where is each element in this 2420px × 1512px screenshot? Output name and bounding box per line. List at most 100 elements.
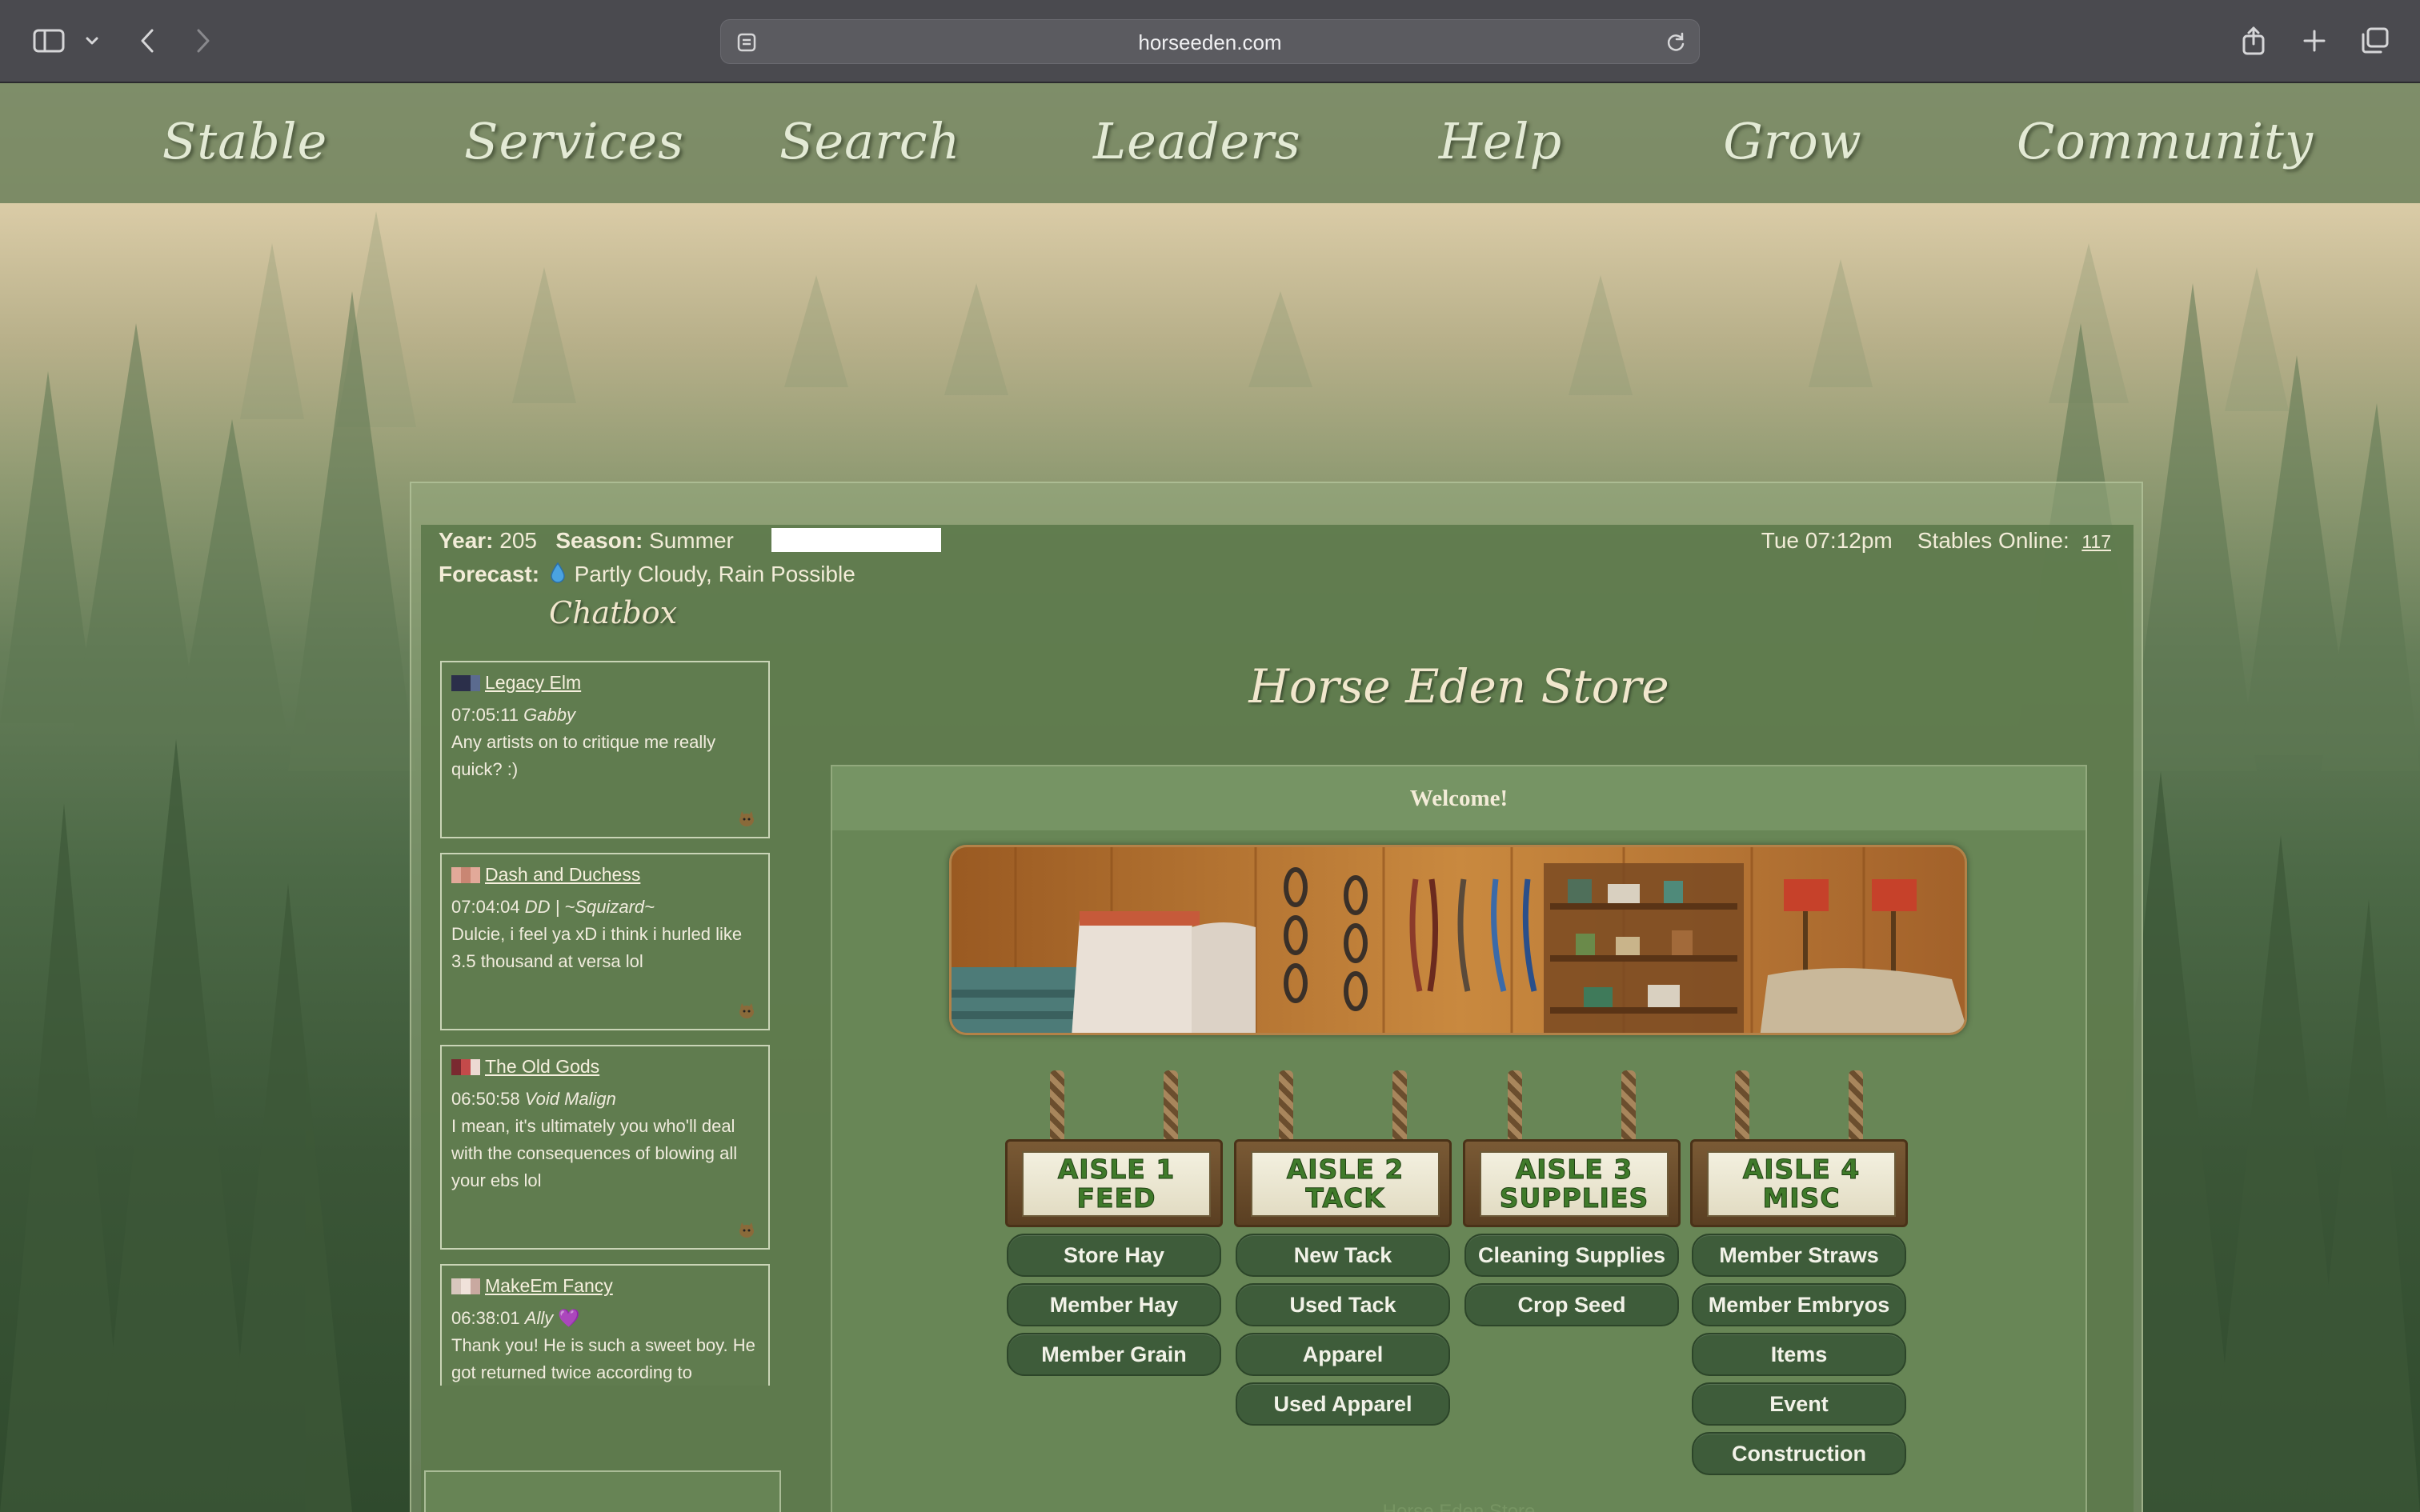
forecast-label: Forecast: bbox=[439, 562, 540, 586]
horse-emote-icon[interactable] bbox=[736, 810, 757, 827]
forecast-value: Partly Cloudy, Rain Possible bbox=[574, 562, 855, 586]
nav-community[interactable]: Community bbox=[2017, 98, 2313, 186]
nav-leaders[interactable]: Leaders bbox=[1093, 98, 1300, 186]
tab-overview-icon[interactable] bbox=[2358, 21, 2393, 61]
aisle-number: AISLE 2 bbox=[1286, 1154, 1404, 1185]
server-status: Tue 07:12pm Stables Online: 117 bbox=[1761, 528, 2111, 554]
chat-input-area[interactable] bbox=[424, 1470, 781, 1512]
aisle-sign: AISLE 3 SUPPLIES bbox=[1463, 1070, 1681, 1227]
datetime: Tue 07:12pm bbox=[1761, 528, 1893, 553]
chevron-down-icon[interactable] bbox=[80, 21, 104, 61]
aisle-feed: AISLE 1 FEED Store Hay Member Hay Member… bbox=[1005, 1070, 1223, 1376]
aisle-category: MISC bbox=[1762, 1182, 1841, 1214]
site-navigation: Stable Services Search Leaders Help Grow… bbox=[0, 83, 2420, 203]
chat-alias: Void Malign bbox=[524, 1089, 616, 1109]
chat-timestamp: 06:38:01 bbox=[451, 1308, 520, 1328]
aisle-sign: AISLE 1 FEED bbox=[1005, 1070, 1223, 1227]
chat-message: MakeEm Fancy 06:38:01 Ally 💜 Thank you! … bbox=[440, 1264, 770, 1386]
chat-text: Any artists on to critique me really qui… bbox=[451, 732, 716, 779]
aisle-tack: AISLE 2 TACK New Tack Used Tack Apparel … bbox=[1234, 1070, 1452, 1426]
used-tack-button[interactable]: Used Tack bbox=[1236, 1283, 1450, 1326]
nav-stable[interactable]: Stable bbox=[157, 98, 333, 186]
horse-emote-icon[interactable] bbox=[736, 1002, 757, 1019]
chat-message: Legacy Elm 07:05:11 Gabby Any artists on… bbox=[440, 661, 770, 838]
chat-username[interactable]: Dash and Duchess bbox=[485, 864, 640, 886]
season-progress-bar bbox=[771, 528, 941, 552]
aisle-category: SUPPLIES bbox=[1499, 1182, 1649, 1214]
horse-emote-icon[interactable] bbox=[736, 1221, 757, 1238]
aisle-category: FEED bbox=[1076, 1182, 1156, 1214]
chat-username[interactable]: Legacy Elm bbox=[485, 672, 581, 694]
season-value: Summer bbox=[649, 528, 734, 553]
web-page: Stable Services Search Leaders Help Grow… bbox=[0, 83, 2420, 1512]
reload-icon[interactable] bbox=[1664, 30, 1688, 57]
content-frame: Year: 205 Season: Summer Forecast: Partl… bbox=[410, 482, 2143, 1512]
aisle-sign: AISLE 4 MISC bbox=[1690, 1070, 1908, 1227]
member-embryos-button[interactable]: Member Embryos bbox=[1692, 1283, 1906, 1326]
chatbox-title: Chatbox bbox=[549, 595, 678, 630]
chat-username[interactable]: The Old Gods bbox=[485, 1056, 599, 1078]
used-apparel-button[interactable]: Used Apparel bbox=[1236, 1382, 1450, 1426]
year-label: Year: bbox=[439, 528, 494, 553]
items-button[interactable]: Items bbox=[1692, 1333, 1906, 1376]
apparel-button[interactable]: Apparel bbox=[1236, 1333, 1450, 1376]
chat-text: Thank you! He is such a sweet boy. He go… bbox=[451, 1335, 755, 1382]
nav-grow[interactable]: Grow bbox=[1721, 98, 1865, 186]
browser-toolbar: horseeden.com bbox=[0, 0, 2420, 83]
store-title: Horse Eden Store bbox=[1248, 659, 1669, 714]
aisle-number: AISLE 3 bbox=[1515, 1154, 1633, 1185]
sidebar-toggle-icon[interactable] bbox=[30, 21, 67, 61]
chat-alias: DD | ~Squizard~ bbox=[524, 897, 655, 917]
aisle-number: AISLE 4 bbox=[1742, 1154, 1861, 1185]
chat-message: Dash and Duchess 07:04:04 DD | ~Squizard… bbox=[440, 853, 770, 1030]
member-straws-button[interactable]: Member Straws bbox=[1692, 1234, 1906, 1277]
chat-alias: Gabby bbox=[523, 705, 575, 725]
forecast-status: Forecast: Partly Cloudy, Rain Possible bbox=[439, 562, 855, 589]
season-label: Season: bbox=[555, 528, 643, 553]
raindrop-icon bbox=[551, 562, 565, 589]
aisle-category: TACK bbox=[1305, 1182, 1385, 1214]
aisle-number: AISLE 1 bbox=[1057, 1154, 1176, 1185]
year-value: 205 bbox=[499, 528, 537, 553]
store-hay-button[interactable]: Store Hay bbox=[1007, 1234, 1221, 1277]
chat-text: Dulcie, i feel ya xD i think i hurled li… bbox=[451, 924, 743, 971]
user-flag-icon bbox=[451, 1058, 480, 1075]
nav-search[interactable]: Search bbox=[779, 98, 960, 186]
construction-button[interactable]: Construction bbox=[1692, 1432, 1906, 1475]
chat-alias: Ally bbox=[524, 1308, 554, 1328]
store-container: Welcome! AISLE 1 FEED Store Hay Member H… bbox=[831, 765, 2087, 1512]
forward-icon[interactable] bbox=[189, 21, 218, 61]
cleaning-supplies-button[interactable]: Cleaning Supplies bbox=[1464, 1234, 1679, 1277]
user-flag-icon bbox=[451, 674, 480, 691]
user-flag-icon bbox=[451, 866, 480, 883]
aisle-misc: AISLE 4 MISC Member Straws Member Embryo… bbox=[1690, 1070, 1908, 1475]
address-bar[interactable]: horseeden.com bbox=[720, 19, 1700, 64]
nav-services[interactable]: Services bbox=[464, 98, 683, 186]
chat-username[interactable]: MakeEm Fancy bbox=[485, 1275, 613, 1297]
new-tab-icon[interactable] bbox=[2298, 21, 2330, 61]
back-icon[interactable] bbox=[133, 21, 162, 61]
url-text: horseeden.com bbox=[1138, 30, 1282, 54]
purple-heart-icon: 💜 bbox=[558, 1308, 580, 1328]
year-status: Year: 205 Season: Summer bbox=[439, 528, 734, 554]
chat-text: I mean, it's ultimately you who'll deal … bbox=[451, 1116, 738, 1190]
event-button[interactable]: Event bbox=[1692, 1382, 1906, 1426]
share-icon[interactable] bbox=[2238, 21, 2270, 61]
welcome-heading: Welcome! bbox=[832, 766, 2085, 830]
stables-online-count[interactable]: 117 bbox=[2081, 531, 2111, 552]
nav-help[interactable]: Help bbox=[1432, 98, 1569, 186]
crop-seed-button[interactable]: Crop Seed bbox=[1464, 1283, 1679, 1326]
chat-timestamp: 07:04:04 bbox=[451, 897, 520, 917]
chat-timestamp: 07:05:11 bbox=[451, 705, 519, 725]
store-footer-text: Horse Eden Store bbox=[1382, 1501, 1536, 1512]
new-tack-button[interactable]: New Tack bbox=[1236, 1234, 1450, 1277]
chat-message: The Old Gods 06:50:58 Void Malign I mean… bbox=[440, 1045, 770, 1250]
chatbox[interactable]: Legacy Elm 07:05:11 Gabby Any artists on… bbox=[440, 661, 770, 1386]
member-hay-button[interactable]: Member Hay bbox=[1007, 1283, 1221, 1326]
store-shelf-banner bbox=[949, 845, 1967, 1035]
content-panel: Year: 205 Season: Summer Forecast: Partl… bbox=[421, 525, 2134, 1512]
aisle-sign: AISLE 2 TACK bbox=[1234, 1070, 1452, 1227]
chat-timestamp: 06:50:58 bbox=[451, 1089, 520, 1109]
user-flag-icon bbox=[451, 1278, 480, 1294]
member-grain-button[interactable]: Member Grain bbox=[1007, 1333, 1221, 1376]
